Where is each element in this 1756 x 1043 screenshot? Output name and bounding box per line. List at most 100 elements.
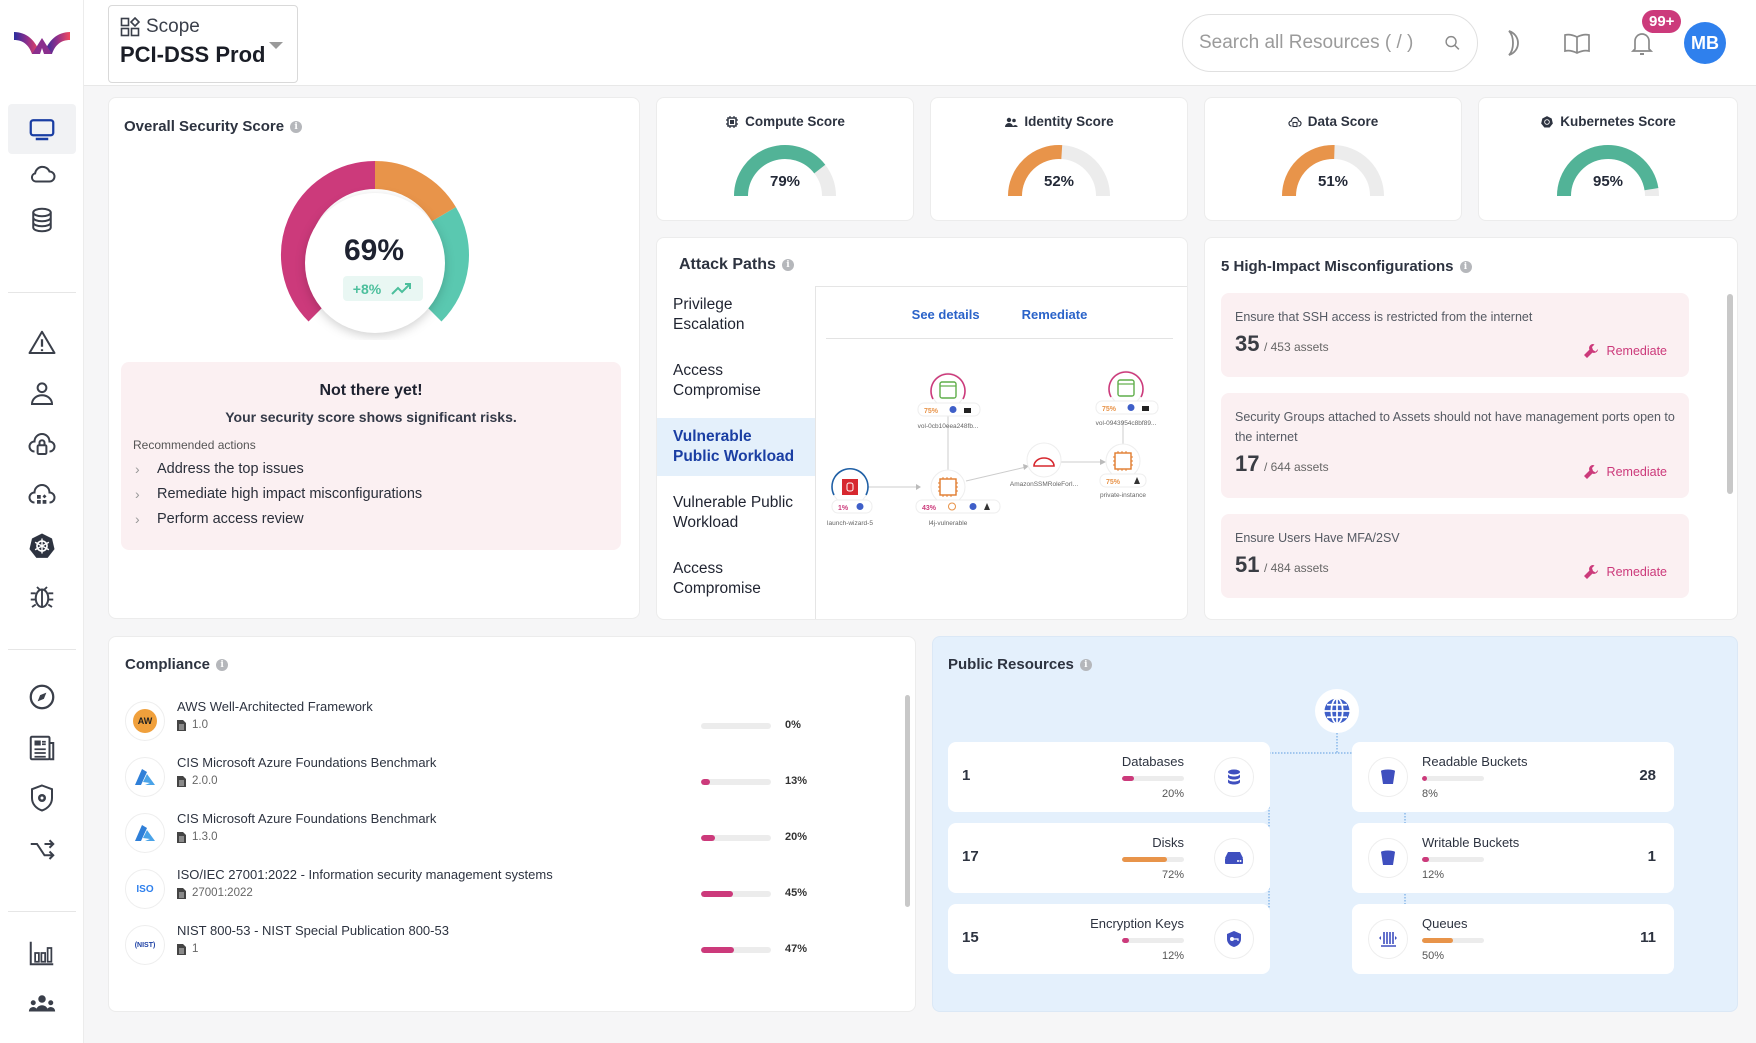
misconfig-item[interactable]: Security Groups attached to Assets shoul… — [1221, 393, 1689, 498]
score-title: Identity Score — [1024, 114, 1114, 129]
kubernetes-score-card[interactable]: Kubernetes Score 95% — [1478, 97, 1738, 221]
recommended-action[interactable]: › Remediate high impact misconfigurations — [135, 486, 621, 502]
node-pct: 43% — [922, 505, 937, 512]
sidebar-item-cloud[interactable] — [8, 149, 76, 199]
logo[interactable] — [12, 26, 72, 60]
progress-fill — [701, 835, 715, 841]
compute-score-card[interactable]: Compute Score 79% — [656, 97, 914, 221]
node-label: launch-wizard-5 — [827, 520, 873, 527]
info-icon[interactable]: i — [290, 120, 303, 133]
graph-node-launch-wizard-5[interactable]: 1% launch-wizard-5 — [827, 468, 873, 527]
attack-path-item[interactable]: Access Compromise — [657, 550, 815, 608]
sidebar-item-dashboard[interactable] — [8, 104, 76, 154]
framework-logo-icon: AW — [125, 701, 165, 741]
misconfig-item[interactable]: Ensure that SSH access is restricted fro… — [1221, 293, 1689, 377]
compliance-row[interactable]: CIS Microsoft Azure Foundations Benchmar… — [125, 751, 815, 805]
score-value: 51% — [1317, 173, 1349, 190]
newspaper-icon — [29, 735, 55, 761]
resource-progress-bar — [1422, 776, 1484, 781]
misconfig-item[interactable]: Ensure Users Have MFA/2SV 51 / 484 asset… — [1221, 514, 1689, 598]
compliance-row[interactable]: (NIST) NIST 800-53 - NIST Special Publica… — [125, 919, 815, 973]
framework-name: AWS Well-Architected Framework — [177, 699, 373, 714]
graph-node-volume[interactable]: 75% vol-0943954c8bf89... — [1095, 370, 1159, 427]
data-score-card[interactable]: Data Score 51% — [1204, 97, 1462, 221]
sidebar-item-workflows[interactable] — [8, 824, 76, 874]
attack-path-graph: 1% launch-wizard-5 43% l4j-vulnerable 75… — [827, 370, 1159, 527]
sidebar-item-analytics[interactable] — [8, 928, 76, 978]
scrollbar[interactable] — [1727, 294, 1733, 494]
info-icon[interactable]: i — [216, 658, 229, 671]
attack-path-item[interactable]: Access Compromise — [657, 352, 815, 410]
wrench-icon — [1583, 344, 1598, 358]
chevron-right-icon: › — [135, 486, 140, 502]
remediate-link[interactable]: Remediate — [1022, 307, 1088, 322]
docs-button[interactable] — [1560, 26, 1594, 60]
moon-icon — [1508, 30, 1519, 56]
sidebar-divider — [8, 292, 76, 293]
graph-node-private-instance[interactable]: 75% private-instance — [1099, 443, 1147, 499]
resource-count: 1 — [1647, 848, 1656, 865]
sidebar-item-cloud-apps[interactable] — [8, 470, 76, 520]
info-icon[interactable]: i — [1459, 260, 1472, 273]
sidebar-item-data[interactable] — [8, 195, 76, 245]
resource-card[interactable]: Readable Buckets 8% 28 — [1352, 742, 1674, 812]
sidebar-item-reports[interactable] — [8, 723, 76, 773]
misconfig-text: Ensure Users Have MFA/2SV — [1235, 531, 1400, 545]
resource-card[interactable]: 17 Disks 72% — [948, 823, 1270, 893]
resource-card[interactable]: 1 Databases 20% — [948, 742, 1270, 812]
progress-fill — [1122, 776, 1135, 781]
recommended-action[interactable]: › Address the top issues — [135, 461, 621, 477]
resource-card[interactable]: Writable Buckets 12% 1 — [1352, 823, 1674, 893]
framework-name: CIS Microsoft Azure Foundations Benchmar… — [177, 755, 437, 770]
attack-path-item[interactable]: Vulnerable Public Workload — [657, 484, 815, 542]
dark-mode-toggle[interactable] — [1496, 26, 1530, 60]
sidebar-item-vulnerabilities[interactable] — [8, 572, 76, 622]
sidebar-item-policies[interactable] — [8, 773, 76, 823]
version-label: 1.0 — [192, 719, 208, 731]
search-icon[interactable] — [1444, 31, 1461, 55]
compliance-progress-bar — [701, 835, 771, 841]
progress-fill — [1122, 857, 1167, 862]
score-delta-badge: +8% — [343, 276, 423, 301]
graph-node-l4j-vulnerable[interactable]: 43% l4j-vulnerable — [915, 469, 1001, 527]
see-details-link[interactable]: See details — [912, 307, 980, 322]
sidebar-item-alerts[interactable] — [8, 318, 76, 368]
version-label: 27001:2022 — [192, 887, 253, 899]
shuffle-icon — [30, 839, 55, 860]
recommended-action[interactable]: › Perform access review — [135, 511, 621, 527]
sidebar — [0, 0, 84, 1043]
sidebar-item-team[interactable] — [8, 979, 76, 1029]
compliance-row[interactable]: ISO ISO/IEC 27001:2022 - Information secu… — [125, 863, 815, 917]
version-label: 1 — [192, 943, 199, 955]
scrollbar[interactable] — [905, 695, 910, 907]
globe-icon — [949, 406, 957, 413]
sidebar-item-identity[interactable] — [8, 369, 76, 419]
search-box[interactable] — [1182, 14, 1478, 72]
remediate-button[interactable]: Remediate — [1583, 464, 1667, 480]
globe-icon — [1324, 697, 1350, 725]
sidebar-item-cloud-security[interactable] — [8, 419, 76, 469]
user-avatar[interactable]: MB — [1684, 22, 1726, 64]
search-input[interactable] — [1199, 32, 1444, 54]
sidebar-item-explore[interactable] — [8, 672, 76, 722]
resource-card[interactable]: Queues 50% 11 — [1352, 904, 1674, 974]
resource-card[interactable]: 15 Encryption Keys 12% — [948, 904, 1270, 974]
remediate-button[interactable]: Remediate — [1583, 343, 1667, 359]
attack-path-item-active[interactable]: Vulnerable Public Workload — [657, 418, 815, 476]
identity-score-card[interactable]: Identity Score 52% — [930, 97, 1188, 221]
framework-name: ISO/IEC 27001:2022 - Information securit… — [177, 867, 553, 882]
info-icon[interactable]: i — [781, 259, 794, 271]
recommended-actions-heading: Recommended actions — [133, 438, 256, 452]
graph-node-role[interactable]: AmazonSSMRoleForI... — [1010, 442, 1078, 488]
compliance-row[interactable]: AW AWS Well-Architected Framework 1.0 0% — [125, 695, 815, 749]
overall-score-value: 69% — [343, 234, 405, 267]
attack-path-item[interactable]: Privilege Escalation — [657, 286, 815, 344]
scope-selector[interactable]: Scope PCI-DSS Prod — [108, 5, 298, 83]
chevron-right-icon: › — [135, 461, 140, 477]
compliance-row[interactable]: CIS Microsoft Azure Foundations Benchmar… — [125, 807, 815, 861]
remediate-label: Remediate — [1606, 465, 1667, 479]
remediate-button[interactable]: Remediate — [1583, 564, 1667, 580]
sidebar-item-kubernetes[interactable] — [8, 521, 76, 571]
graph-node-volume[interactable]: 75% vol-0cb10eea248fb... — [917, 372, 981, 430]
resource-count: 28 — [1639, 767, 1656, 784]
